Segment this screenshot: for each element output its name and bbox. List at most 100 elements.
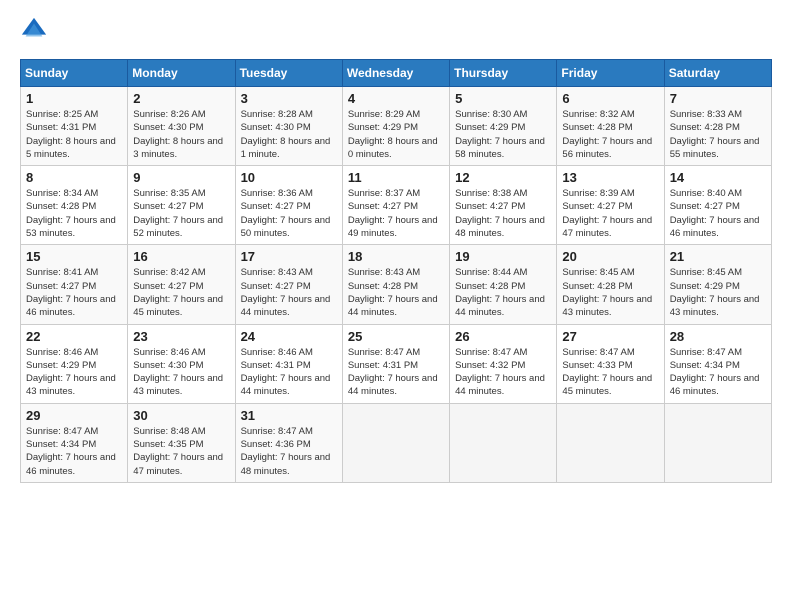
day-info: Sunrise: 8:35 AMSunset: 4:27 PMDaylight:… bbox=[133, 187, 229, 240]
day-info: Sunrise: 8:25 AMSunset: 4:31 PMDaylight:… bbox=[26, 108, 122, 161]
day-info: Sunrise: 8:47 AMSunset: 4:31 PMDaylight:… bbox=[348, 346, 444, 399]
day-info: Sunrise: 8:47 AMSunset: 4:33 PMDaylight:… bbox=[562, 346, 658, 399]
calendar-week-3: 15 Sunrise: 8:41 AMSunset: 4:27 PMDayligh… bbox=[21, 245, 772, 324]
calendar-cell: 6 Sunrise: 8:32 AMSunset: 4:28 PMDaylight… bbox=[557, 87, 664, 166]
logo-icon bbox=[20, 16, 48, 49]
day-info: Sunrise: 8:28 AMSunset: 4:30 PMDaylight:… bbox=[241, 108, 337, 161]
day-number: 6 bbox=[562, 91, 658, 106]
day-number: 4 bbox=[348, 91, 444, 106]
day-number: 12 bbox=[455, 170, 551, 185]
day-number: 11 bbox=[348, 170, 444, 185]
calendar-cell: 19 Sunrise: 8:44 AMSunset: 4:28 PMDayligh… bbox=[450, 245, 557, 324]
day-number: 31 bbox=[241, 408, 337, 423]
day-number: 10 bbox=[241, 170, 337, 185]
day-number: 3 bbox=[241, 91, 337, 106]
calendar-cell: 27Sunrise: 8:47 AMSunset: 4:33 PMDayligh… bbox=[557, 324, 664, 403]
day-number: 18 bbox=[348, 249, 444, 264]
col-header-monday: Monday bbox=[128, 60, 235, 87]
page-header bbox=[20, 16, 772, 49]
day-number: 8 bbox=[26, 170, 122, 185]
day-number: 17 bbox=[241, 249, 337, 264]
day-number: 22 bbox=[26, 329, 122, 344]
col-header-wednesday: Wednesday bbox=[342, 60, 449, 87]
day-number: 29 bbox=[26, 408, 122, 423]
day-info: Sunrise: 8:37 AMSunset: 4:27 PMDaylight:… bbox=[348, 187, 444, 240]
day-info: Sunrise: 8:43 AMSunset: 4:28 PMDaylight:… bbox=[348, 266, 444, 319]
day-info: Sunrise: 8:47 AMSunset: 4:32 PMDaylight:… bbox=[455, 346, 551, 399]
calendar-cell: 18 Sunrise: 8:43 AMSunset: 4:28 PMDayligh… bbox=[342, 245, 449, 324]
calendar-cell: 23Sunrise: 8:46 AMSunset: 4:30 PMDayligh… bbox=[128, 324, 235, 403]
day-info: Sunrise: 8:43 AMSunset: 4:27 PMDaylight:… bbox=[241, 266, 337, 319]
calendar-cell: 2 Sunrise: 8:26 AMSunset: 4:30 PMDaylight… bbox=[128, 87, 235, 166]
day-number: 2 bbox=[133, 91, 229, 106]
day-number: 30 bbox=[133, 408, 229, 423]
col-header-saturday: Saturday bbox=[664, 60, 771, 87]
calendar-cell bbox=[557, 403, 664, 482]
day-number: 7 bbox=[670, 91, 766, 106]
calendar-week-2: 8 Sunrise: 8:34 AMSunset: 4:28 PMDaylight… bbox=[21, 166, 772, 245]
calendar-cell: 14Sunrise: 8:40 AMSunset: 4:27 PMDayligh… bbox=[664, 166, 771, 245]
day-number: 28 bbox=[670, 329, 766, 344]
calendar-cell: 24Sunrise: 8:46 AMSunset: 4:31 PMDayligh… bbox=[235, 324, 342, 403]
day-number: 16 bbox=[133, 249, 229, 264]
day-info: Sunrise: 8:26 AMSunset: 4:30 PMDaylight:… bbox=[133, 108, 229, 161]
day-number: 21 bbox=[670, 249, 766, 264]
day-info: Sunrise: 8:30 AMSunset: 4:29 PMDaylight:… bbox=[455, 108, 551, 161]
day-number: 13 bbox=[562, 170, 658, 185]
calendar-cell: 3 Sunrise: 8:28 AMSunset: 4:30 PMDaylight… bbox=[235, 87, 342, 166]
day-info: Sunrise: 8:29 AMSunset: 4:29 PMDaylight:… bbox=[348, 108, 444, 161]
day-number: 15 bbox=[26, 249, 122, 264]
calendar-cell: 20Sunrise: 8:45 AMSunset: 4:28 PMDayligh… bbox=[557, 245, 664, 324]
calendar-cell bbox=[342, 403, 449, 482]
col-header-friday: Friday bbox=[557, 60, 664, 87]
calendar-cell: 1 Sunrise: 8:25 AMSunset: 4:31 PMDaylight… bbox=[21, 87, 128, 166]
calendar-cell: 25Sunrise: 8:47 AMSunset: 4:31 PMDayligh… bbox=[342, 324, 449, 403]
day-info: Sunrise: 8:41 AMSunset: 4:27 PMDaylight:… bbox=[26, 266, 122, 319]
calendar-cell: 28 Sunrise: 8:47 AMSunset: 4:34 PMDayligh… bbox=[664, 324, 771, 403]
day-info: Sunrise: 8:47 AMSunset: 4:34 PMDaylight:… bbox=[26, 425, 122, 478]
calendar-cell: 8 Sunrise: 8:34 AMSunset: 4:28 PMDaylight… bbox=[21, 166, 128, 245]
calendar-cell bbox=[450, 403, 557, 482]
calendar-cell: 31 Sunrise: 8:47 AMSunset: 4:36 PMDayligh… bbox=[235, 403, 342, 482]
calendar-cell: 10 Sunrise: 8:36 AMSunset: 4:27 PMDayligh… bbox=[235, 166, 342, 245]
day-number: 20 bbox=[562, 249, 658, 264]
day-number: 24 bbox=[241, 329, 337, 344]
calendar-cell: 4 Sunrise: 8:29 AMSunset: 4:29 PMDaylight… bbox=[342, 87, 449, 166]
day-number: 26 bbox=[455, 329, 551, 344]
calendar-cell: 26 Sunrise: 8:47 AMSunset: 4:32 PMDayligh… bbox=[450, 324, 557, 403]
calendar-cell: 15 Sunrise: 8:41 AMSunset: 4:27 PMDayligh… bbox=[21, 245, 128, 324]
calendar-cell: 9 Sunrise: 8:35 AMSunset: 4:27 PMDaylight… bbox=[128, 166, 235, 245]
calendar-cell: 11 Sunrise: 8:37 AMSunset: 4:27 PMDayligh… bbox=[342, 166, 449, 245]
calendar-cell bbox=[664, 403, 771, 482]
day-info: Sunrise: 8:40 AMSunset: 4:27 PMDaylight:… bbox=[670, 187, 766, 240]
calendar-cell: 29 Sunrise: 8:47 AMSunset: 4:34 PMDayligh… bbox=[21, 403, 128, 482]
day-info: Sunrise: 8:38 AMSunset: 4:27 PMDaylight:… bbox=[455, 187, 551, 240]
calendar-cell: 5 Sunrise: 8:30 AMSunset: 4:29 PMDaylight… bbox=[450, 87, 557, 166]
calendar-week-5: 29 Sunrise: 8:47 AMSunset: 4:34 PMDayligh… bbox=[21, 403, 772, 482]
day-info: Sunrise: 8:46 AMSunset: 4:30 PMDaylight:… bbox=[133, 346, 229, 399]
day-info: Sunrise: 8:44 AMSunset: 4:28 PMDaylight:… bbox=[455, 266, 551, 319]
day-info: Sunrise: 8:32 AMSunset: 4:28 PMDaylight:… bbox=[562, 108, 658, 161]
calendar-cell: 16 Sunrise: 8:42 AMSunset: 4:27 PMDayligh… bbox=[128, 245, 235, 324]
calendar-cell: 17 Sunrise: 8:43 AMSunset: 4:27 PMDayligh… bbox=[235, 245, 342, 324]
day-number: 9 bbox=[133, 170, 229, 185]
calendar-cell: 13 Sunrise: 8:39 AMSunset: 4:27 PMDayligh… bbox=[557, 166, 664, 245]
col-header-tuesday: Tuesday bbox=[235, 60, 342, 87]
day-info: Sunrise: 8:42 AMSunset: 4:27 PMDaylight:… bbox=[133, 266, 229, 319]
calendar-week-4: 22Sunrise: 8:46 AMSunset: 4:29 PMDayligh… bbox=[21, 324, 772, 403]
day-info: Sunrise: 8:47 AMSunset: 4:34 PMDaylight:… bbox=[670, 346, 766, 399]
day-number: 5 bbox=[455, 91, 551, 106]
logo bbox=[20, 16, 52, 49]
col-header-thursday: Thursday bbox=[450, 60, 557, 87]
calendar-header-row: SundayMondayTuesdayWednesdayThursdayFrid… bbox=[21, 60, 772, 87]
day-info: Sunrise: 8:47 AMSunset: 4:36 PMDaylight:… bbox=[241, 425, 337, 478]
day-info: Sunrise: 8:39 AMSunset: 4:27 PMDaylight:… bbox=[562, 187, 658, 240]
calendar-cell: 30Sunrise: 8:48 AMSunset: 4:35 PMDayligh… bbox=[128, 403, 235, 482]
calendar-week-1: 1 Sunrise: 8:25 AMSunset: 4:31 PMDaylight… bbox=[21, 87, 772, 166]
day-info: Sunrise: 8:33 AMSunset: 4:28 PMDaylight:… bbox=[670, 108, 766, 161]
day-info: Sunrise: 8:34 AMSunset: 4:28 PMDaylight:… bbox=[26, 187, 122, 240]
calendar-cell: 22Sunrise: 8:46 AMSunset: 4:29 PMDayligh… bbox=[21, 324, 128, 403]
day-number: 19 bbox=[455, 249, 551, 264]
day-info: Sunrise: 8:36 AMSunset: 4:27 PMDaylight:… bbox=[241, 187, 337, 240]
day-number: 1 bbox=[26, 91, 122, 106]
